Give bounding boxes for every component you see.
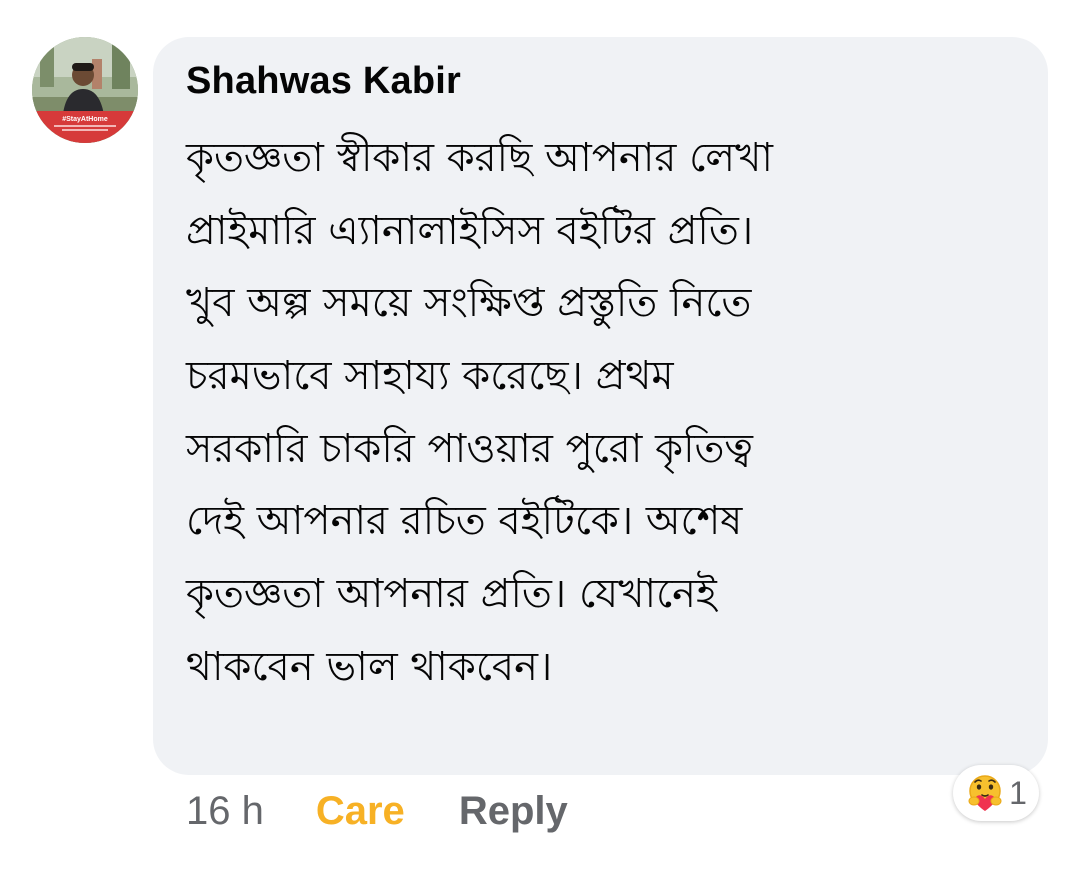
comment-line: কৃতজ্ঞতা স্বীকার করছি আপনার লেখা (186, 135, 773, 181)
comment-line: সরকারি চাকরি পাওয়ার পুরো কৃতিত্ব (186, 425, 754, 472)
reaction-badge[interactable]: 1 (953, 765, 1039, 821)
comment-line: খুব অল্প সময়ে সংক্ষিপ্ত প্রস্তুতি নিতে (186, 280, 752, 327)
reply-button[interactable]: Reply (459, 789, 568, 834)
avatar[interactable]: #StayAtHome (32, 37, 138, 143)
comment-actions: 16 h Care Reply (186, 785, 568, 837)
care-button[interactable]: Care (316, 789, 405, 834)
profile-photo: #StayAtHome (32, 37, 138, 143)
comment-line: কৃতজ্ঞতা আপনার প্রতি। যেখানেই (186, 571, 717, 618)
comment-line: প্রাইমারি এ্যানালাইসিস বইটির প্রতি। (186, 207, 754, 254)
comment-line: দেই আপনার রচিত বইটিকে। অশেষ (186, 498, 743, 545)
reaction-count: 1 (1009, 774, 1027, 811)
comment-text: কৃতজ্ঞতা স্বীকার করছি আপনার লেখা প্রাইমা… (186, 122, 1036, 704)
comment-author[interactable]: Shahwas Kabir (186, 60, 461, 103)
care-emoji-icon (968, 775, 1002, 811)
comment-timestamp[interactable]: 16 h (186, 789, 264, 834)
avatar-badge-text: #StayAtHome (62, 116, 108, 123)
comment-line: চরমভাবে সাহায্য করেছে। প্রথম (186, 353, 674, 400)
comment-line: থাকবেন ভাল থাকবেন। (186, 643, 553, 690)
